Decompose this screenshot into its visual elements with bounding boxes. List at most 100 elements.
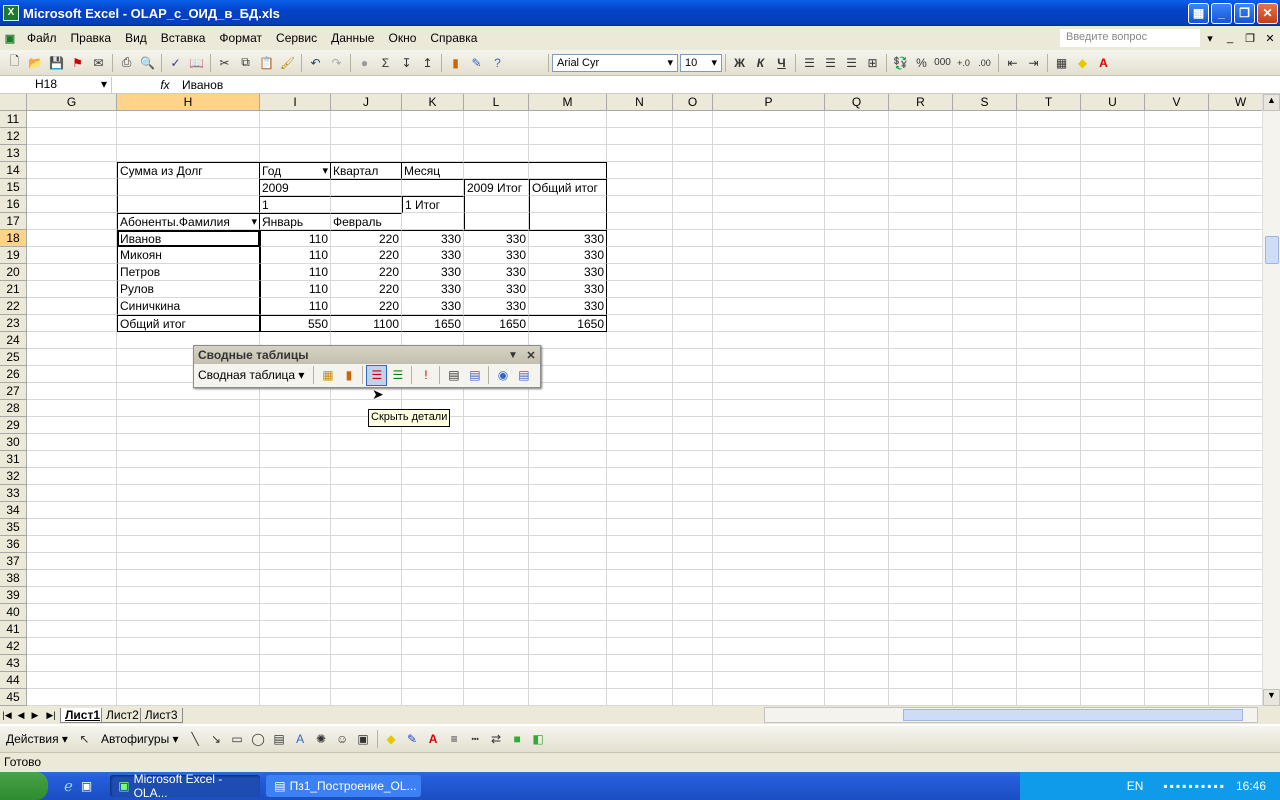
cell[interactable] xyxy=(1209,587,1262,604)
cell[interactable] xyxy=(1017,264,1081,281)
pivot-toolbar-title-bar[interactable]: Сводные таблицы ▼ ✕ xyxy=(194,346,540,364)
cell[interactable] xyxy=(889,655,953,672)
cell[interactable] xyxy=(673,213,713,230)
cell[interactable] xyxy=(607,145,673,162)
cell[interactable] xyxy=(825,621,889,638)
cell[interactable] xyxy=(673,145,713,162)
cell[interactable] xyxy=(1017,315,1081,332)
cell[interactable] xyxy=(529,196,607,213)
cell[interactable] xyxy=(464,638,529,655)
cell[interactable] xyxy=(825,485,889,502)
cell[interactable] xyxy=(1017,519,1081,536)
menu-insert[interactable]: Вставка xyxy=(154,31,213,45)
cell[interactable] xyxy=(27,604,117,621)
paste-icon[interactable]: 📋 xyxy=(256,52,277,73)
cell[interactable] xyxy=(529,655,607,672)
format-report-icon[interactable]: ▦ xyxy=(317,365,338,386)
cell[interactable] xyxy=(953,621,1017,638)
cell[interactable] xyxy=(260,434,331,451)
row-header[interactable]: 17 xyxy=(0,213,27,230)
cell[interactable] xyxy=(889,689,953,706)
cell[interactable] xyxy=(1081,655,1145,672)
cell[interactable] xyxy=(331,196,402,213)
cell[interactable] xyxy=(331,587,402,604)
cell[interactable] xyxy=(953,451,1017,468)
percent-button[interactable]: % xyxy=(911,52,932,73)
cell[interactable] xyxy=(1017,400,1081,417)
cell[interactable] xyxy=(673,672,713,689)
font-name-select[interactable]: Arial Cyr ▾ xyxy=(552,53,678,72)
cell[interactable] xyxy=(331,536,402,553)
cell[interactable] xyxy=(529,604,607,621)
field-dropdown-icon[interactable]: ▾ xyxy=(322,163,328,178)
cell[interactable] xyxy=(464,604,529,621)
cell[interactable] xyxy=(713,162,825,179)
pivot-cell[interactable]: 330 xyxy=(402,264,464,281)
cell[interactable] xyxy=(1209,264,1262,281)
row-header[interactable]: 41 xyxy=(0,621,27,638)
line-icon[interactable]: ╲ xyxy=(185,729,206,750)
cell[interactable] xyxy=(331,570,402,587)
cell[interactable] xyxy=(464,451,529,468)
cell[interactable] xyxy=(889,230,953,247)
cell[interactable] xyxy=(713,689,825,706)
cell[interactable] xyxy=(713,655,825,672)
cell[interactable] xyxy=(889,349,953,366)
format-painter-icon[interactable]: 🖌 xyxy=(277,52,298,73)
cell[interactable] xyxy=(607,672,673,689)
cell[interactable] xyxy=(713,366,825,383)
autosum-icon[interactable]: Σ xyxy=(375,52,396,73)
cell[interactable] xyxy=(402,638,464,655)
cell[interactable] xyxy=(1145,230,1209,247)
cell[interactable] xyxy=(1017,451,1081,468)
cell[interactable] xyxy=(1145,366,1209,383)
cell[interactable] xyxy=(825,536,889,553)
cell[interactable] xyxy=(402,468,464,485)
cell[interactable] xyxy=(953,672,1017,689)
cell[interactable] xyxy=(1017,213,1081,230)
cell[interactable] xyxy=(713,417,825,434)
cell[interactable] xyxy=(1081,485,1145,502)
cell[interactable] xyxy=(117,451,260,468)
cell[interactable] xyxy=(1209,417,1262,434)
cell[interactable] xyxy=(529,689,607,706)
cell[interactable] xyxy=(331,638,402,655)
cell[interactable] xyxy=(825,196,889,213)
save-icon[interactable]: 💾 xyxy=(46,52,67,73)
cell[interactable] xyxy=(402,451,464,468)
cell[interactable] xyxy=(117,417,260,434)
cell[interactable] xyxy=(673,689,713,706)
column-header[interactable]: R xyxy=(889,94,953,111)
cell[interactable] xyxy=(825,247,889,264)
cell[interactable] xyxy=(713,332,825,349)
cell[interactable] xyxy=(825,553,889,570)
font-color-icon[interactable]: A xyxy=(1093,52,1114,73)
cell[interactable] xyxy=(713,451,825,468)
cell[interactable] xyxy=(1145,145,1209,162)
research-icon[interactable]: 📖 xyxy=(186,52,207,73)
cell[interactable] xyxy=(117,434,260,451)
cell[interactable] xyxy=(402,519,464,536)
cell[interactable] xyxy=(889,553,953,570)
cell[interactable] xyxy=(331,485,402,502)
cell[interactable] xyxy=(1145,298,1209,315)
cell[interactable] xyxy=(27,485,117,502)
cell[interactable] xyxy=(27,502,117,519)
cell[interactable] xyxy=(117,468,260,485)
cell[interactable] xyxy=(889,145,953,162)
menu-format[interactable]: Формат xyxy=(212,31,269,45)
increase-indent-icon[interactable]: ⇥ xyxy=(1023,52,1044,73)
cell[interactable] xyxy=(825,655,889,672)
cell[interactable] xyxy=(825,332,889,349)
cell[interactable] xyxy=(331,502,402,519)
cell[interactable] xyxy=(889,162,953,179)
pivot-cell[interactable]: 1650 xyxy=(402,315,464,332)
decrease-indent-icon[interactable]: ⇤ xyxy=(1002,52,1023,73)
pivot-cell[interactable]: 1 xyxy=(260,196,331,213)
cell[interactable] xyxy=(402,587,464,604)
cell[interactable] xyxy=(464,162,529,179)
row-header[interactable]: 11 xyxy=(0,111,27,128)
cell[interactable] xyxy=(260,536,331,553)
cell[interactable] xyxy=(260,145,331,162)
cell[interactable] xyxy=(1017,621,1081,638)
